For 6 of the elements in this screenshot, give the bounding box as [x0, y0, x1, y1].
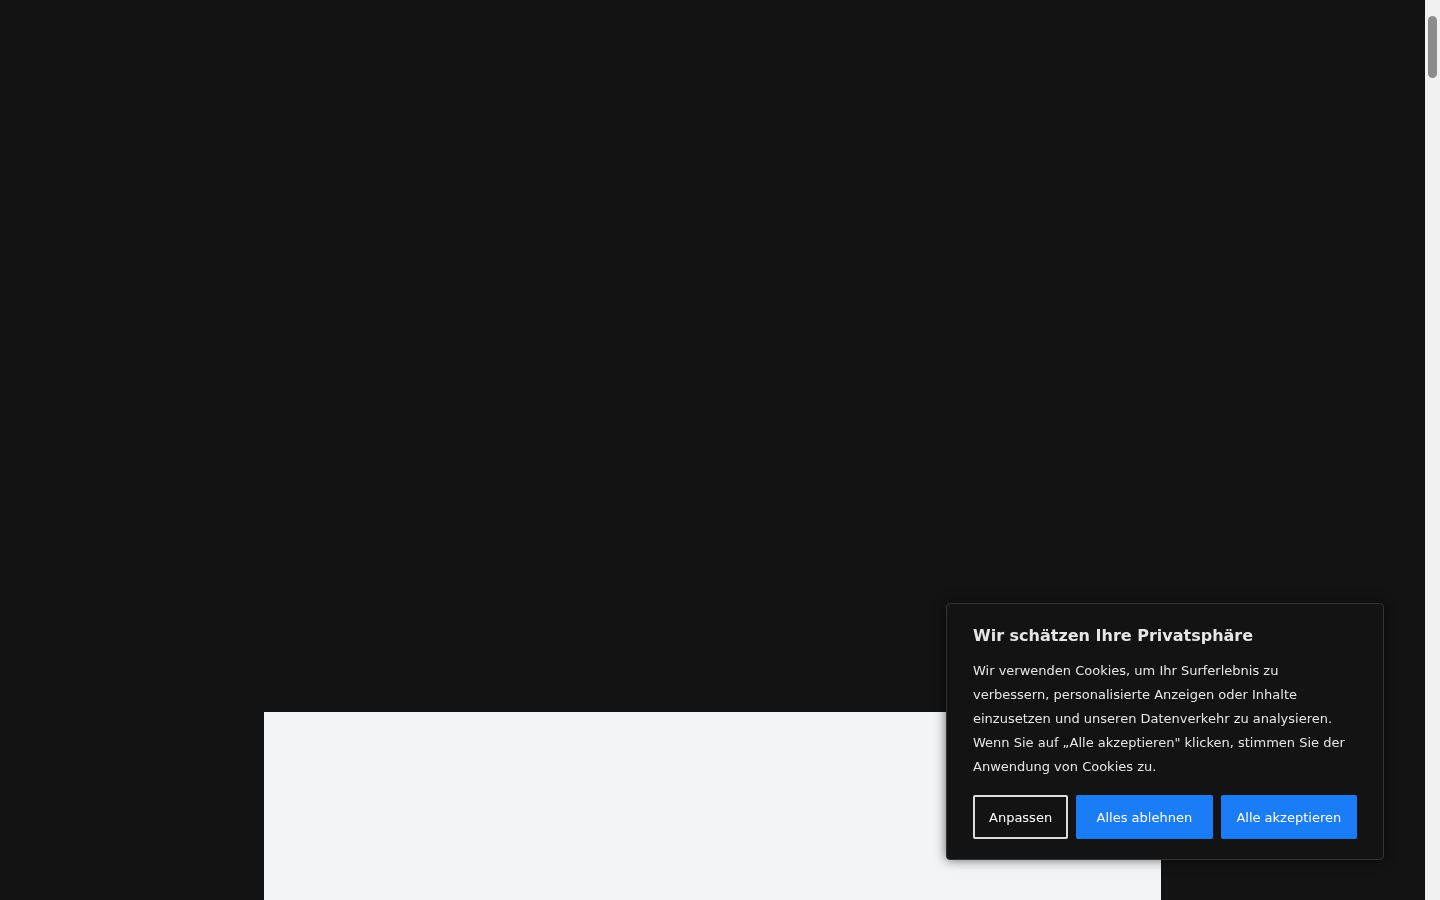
dialog-text: Wir verwenden Cookies, um Ihr Surferlebnis zu verbessern, personalisierte Anzeigen oder Inhalte einzusetzen und unseren Datenverkehr zu analysieren. Wenn Sie auf „Alle akzeptieren" klicken, stimmen Sie der Anwendung von Cookies zu. — [973, 662, 1346, 776]
dialog-title: Wir schätzen Ihre Privatsphäre — [973, 626, 1255, 645]
customize-button[interactable]: Anpassen — [973, 795, 1069, 839]
cookie-button[interactable]: Alle akzeptieren — [1220, 795, 1357, 839]
scrollbar[interactable] — [1425, 0, 1440, 900]
cookie-button[interactable]: Alles ablehnen — [1076, 795, 1213, 839]
